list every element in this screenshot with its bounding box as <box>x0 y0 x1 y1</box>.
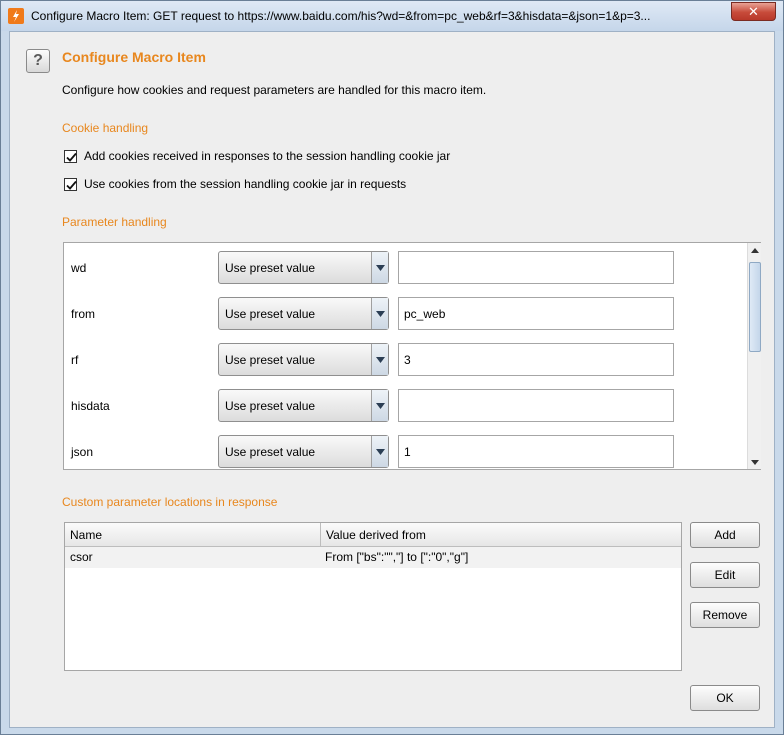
param-name: rf <box>71 353 79 367</box>
param-mode-select[interactable]: Use preset value <box>218 435 389 468</box>
param-row-from: from Use preset value pc_web <box>64 297 744 331</box>
page-title: Configure Macro Item <box>62 49 206 65</box>
row-name: csor <box>70 550 93 564</box>
table-row[interactable]: csor From ["bs":"","] to [":"0","g"] <box>65 547 681 568</box>
column-header-name[interactable]: Name <box>65 523 320 547</box>
select-value: Use preset value <box>225 445 316 459</box>
close-button[interactable]: ✕ <box>731 2 776 21</box>
param-mode-select[interactable]: Use preset value <box>218 343 389 376</box>
param-row-json: json Use preset value 1 <box>64 435 744 469</box>
cookie-handling-heading: Cookie handling <box>62 121 149 135</box>
table-header: Name Value derived from <box>65 523 681 547</box>
title-bar[interactable]: Configure Macro Item: GET request to htt… <box>1 1 783 31</box>
parameter-scrollbar[interactable] <box>747 243 761 469</box>
add-button[interactable]: Add <box>690 522 760 548</box>
add-cookies-option[interactable]: Add cookies received in responses to the… <box>64 148 450 164</box>
remove-button[interactable]: Remove <box>690 602 760 628</box>
ok-button[interactable]: OK <box>690 685 760 711</box>
column-header-value[interactable]: Value derived from <box>320 523 681 547</box>
param-name: wd <box>71 261 87 275</box>
add-cookies-label: Add cookies received in responses to the… <box>84 149 451 163</box>
select-value: Use preset value <box>225 261 316 275</box>
param-row-hisdata: hisdata Use preset value <box>64 389 744 423</box>
param-name: json <box>71 445 94 459</box>
dialog-window: Configure Macro Item: GET request to htt… <box>0 0 784 735</box>
param-name: from <box>71 307 95 321</box>
scroll-up-icon[interactable] <box>748 243 762 257</box>
parameter-list: wd Use preset value from Use preset valu… <box>63 242 761 470</box>
dropdown-arrow-icon[interactable] <box>371 298 388 329</box>
param-name: hisdata <box>71 399 110 413</box>
custom-locations-table: Name Value derived from csor From ["bs":… <box>64 522 682 671</box>
scroll-down-icon[interactable] <box>748 455 762 469</box>
scroll-thumb[interactable] <box>749 262 761 352</box>
app-logo-icon <box>8 8 24 24</box>
row-derived: From ["bs":"","] to [":"0","g"] <box>325 550 469 564</box>
add-cookies-checkbox[interactable] <box>64 149 77 163</box>
param-value-field[interactable]: pc_web <box>398 297 674 330</box>
param-row-wd: wd Use preset value <box>64 251 744 285</box>
parameter-handling-heading: Parameter handling <box>62 215 167 229</box>
dropdown-arrow-icon[interactable] <box>371 252 388 283</box>
param-mode-select[interactable]: Use preset value <box>218 389 389 422</box>
custom-locations-heading: Custom parameter locations in response <box>62 495 278 509</box>
window-title: Configure Macro Item: GET request to htt… <box>31 9 651 23</box>
use-cookies-option[interactable]: Use cookies from the session handling co… <box>64 176 406 192</box>
param-mode-select[interactable]: Use preset value <box>218 297 389 330</box>
dropdown-arrow-icon[interactable] <box>371 344 388 375</box>
dialog-body: ? Configure Macro Item Configure how coo… <box>9 31 775 728</box>
use-cookies-label: Use cookies from the session handling co… <box>84 177 407 191</box>
select-value: Use preset value <box>225 307 316 321</box>
param-value-field[interactable] <box>398 251 674 284</box>
param-row-rf: rf Use preset value 3 <box>64 343 744 377</box>
param-value-field[interactable]: 1 <box>398 435 674 468</box>
use-cookies-checkbox[interactable] <box>64 177 77 191</box>
dropdown-arrow-icon[interactable] <box>371 390 388 421</box>
param-value-field[interactable] <box>398 389 674 422</box>
select-value: Use preset value <box>225 399 316 413</box>
select-value: Use preset value <box>225 353 316 367</box>
param-mode-select[interactable]: Use preset value <box>218 251 389 284</box>
dropdown-arrow-icon[interactable] <box>371 436 388 467</box>
description-text: Configure how cookies and request parame… <box>62 83 487 97</box>
edit-button[interactable]: Edit <box>690 562 760 588</box>
param-value-field[interactable]: 3 <box>398 343 674 376</box>
help-icon[interactable]: ? <box>26 49 50 73</box>
